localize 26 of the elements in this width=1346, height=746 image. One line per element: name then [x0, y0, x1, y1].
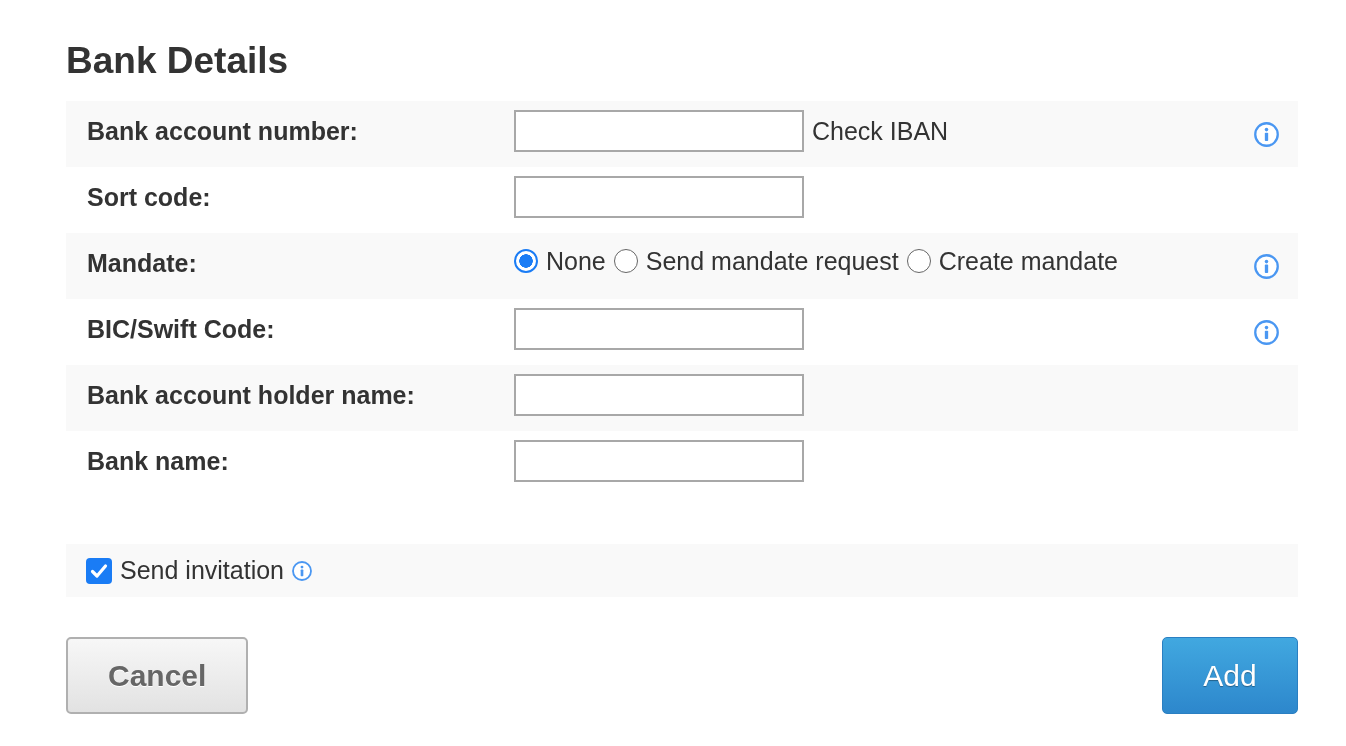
- field-label: Bank account holder name:: [87, 380, 416, 410]
- info-icon[interactable]: [1254, 121, 1279, 147]
- input-field[interactable]: [514, 308, 804, 350]
- check-iban-link[interactable]: Check IBAN: [812, 116, 949, 146]
- input-field[interactable]: [514, 440, 804, 482]
- checkbox[interactable]: [86, 557, 112, 584]
- section-title: Bank Details: [66, 39, 290, 83]
- radio-button[interactable]: [906, 249, 931, 273]
- input-field[interactable]: [514, 110, 804, 152]
- radio-label[interactable]: Send mandate request: [645, 246, 899, 276]
- cancel-button[interactable]: Cancel: [66, 637, 249, 714]
- field-label: BIC/Swift Code:: [87, 314, 276, 344]
- field-label: Sort code:: [87, 182, 212, 212]
- radio-button[interactable]: [613, 249, 638, 273]
- info-icon[interactable]: [292, 560, 312, 581]
- checkbox-label[interactable]: Send invitation: [120, 556, 284, 585]
- radio-button[interactable]: [514, 249, 538, 273]
- radio-label[interactable]: Create mandate: [938, 246, 1118, 276]
- input-field[interactable]: [514, 176, 804, 218]
- field-label: Bank account number:: [87, 116, 359, 146]
- field-label: Mandate:: [87, 248, 198, 278]
- info-icon[interactable]: [1254, 253, 1279, 279]
- field-label: Bank name:: [87, 446, 230, 476]
- info-icon[interactable]: [1254, 319, 1279, 345]
- input-field[interactable]: [514, 374, 804, 416]
- radio-label[interactable]: None: [546, 246, 606, 276]
